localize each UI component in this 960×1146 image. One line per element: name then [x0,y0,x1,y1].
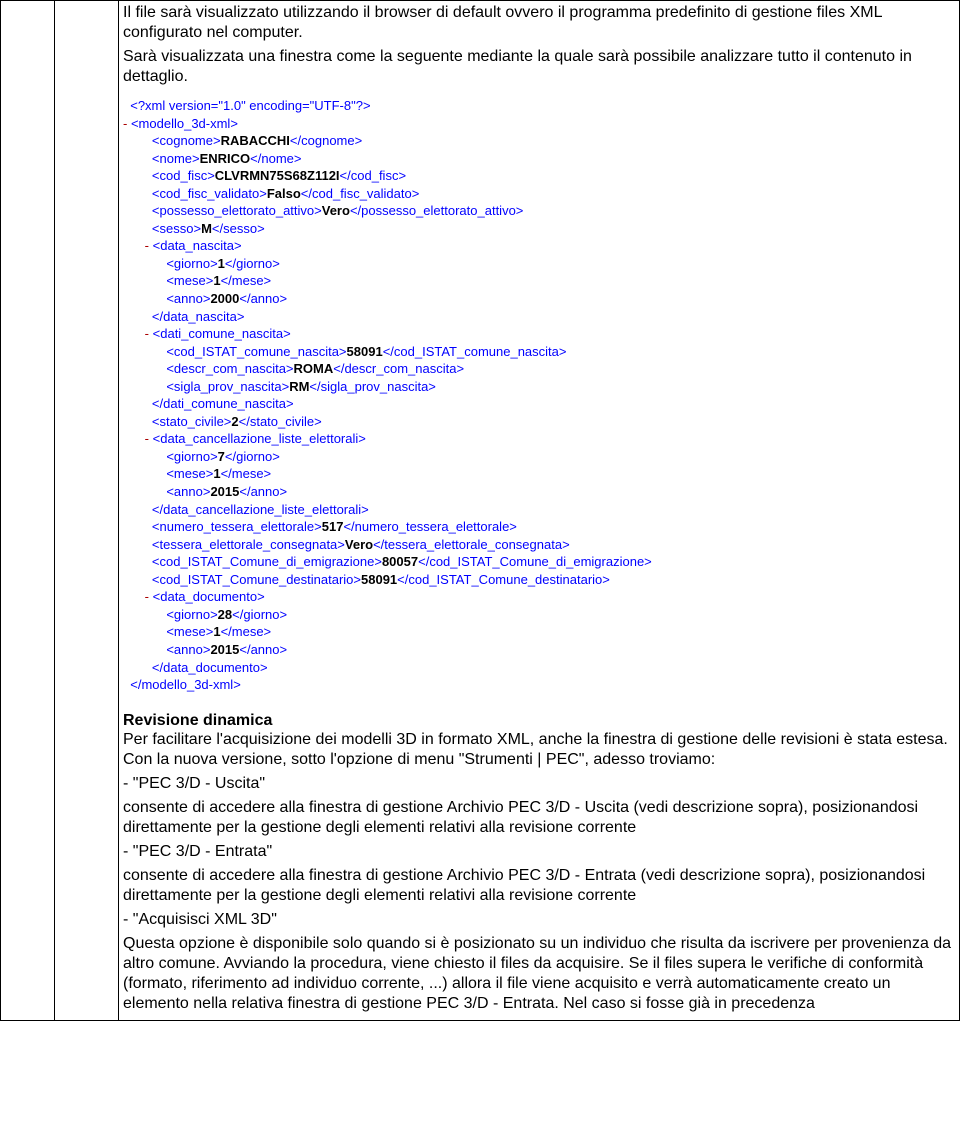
empty-col-2 [55,1,119,1021]
intro-paragraph-1: Il file sarà visualizzato utilizzando il… [123,3,955,43]
revision-item1-body: consente di accedere alla finestra di ge… [123,798,955,838]
revision-body: Per facilitare l'acquisizione dei modell… [123,730,955,770]
revision-item2-title: - "PEC 3/D - Entrata" [123,842,955,862]
revision-item2-body: consente di accedere alla finestra di ge… [123,866,955,906]
revision-item1-title: - "PEC 3/D - Uscita" [123,774,955,794]
document-table: Il file sarà visualizzato utilizzando il… [0,0,960,1021]
xml-sample: <?xml version="1.0" encoding="UTF-8"?> -… [123,97,955,694]
empty-col-1 [1,1,55,1021]
revision-title: Revisione dinamica [123,712,955,730]
revision-item3-body: Questa opzione è disponibile solo quando… [123,934,955,1014]
revision-item3-title: - "Acquisisci XML 3D" [123,910,955,930]
intro-paragraph-2: Sarà visualizzata una finestra come la s… [123,47,955,87]
content-cell: Il file sarà visualizzato utilizzando il… [119,1,960,1021]
